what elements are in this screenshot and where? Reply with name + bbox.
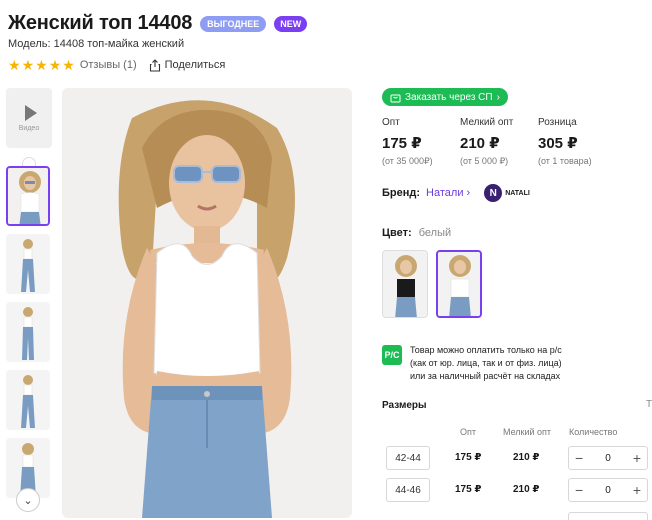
brand-link[interactable]: Натали › xyxy=(426,187,470,199)
thumbnail-photo xyxy=(6,234,50,294)
quantity-stepper: − 0 + xyxy=(568,478,648,502)
order-via-sp-button[interactable]: Заказать через СП › xyxy=(382,88,508,106)
share-button[interactable]: Поделиться xyxy=(149,58,226,72)
star-icon: ★ xyxy=(48,57,62,73)
plus-icon[interactable]: + xyxy=(633,482,641,498)
swatch-photo xyxy=(438,252,480,316)
product-model: Модель: 14408 топ-майка женский xyxy=(8,38,185,50)
star-icon: ★ xyxy=(21,57,35,73)
column-header-quantity: Количество xyxy=(569,427,618,437)
thumbnail-column: Видео ⌄ xyxy=(6,88,52,512)
price-value: 210 ₽ xyxy=(460,135,500,152)
color-swatch-white[interactable] xyxy=(436,250,482,318)
thumbnail-photo xyxy=(6,302,50,362)
video-label: Видео xyxy=(18,124,40,132)
bag-icon xyxy=(390,94,401,102)
brand-logo-icon: N xyxy=(484,184,503,202)
color-swatch-black[interactable] xyxy=(382,250,428,318)
small-wholesale-price: 210 ₽ xyxy=(513,484,540,495)
price-note: (от 35 000₽) xyxy=(382,156,433,166)
rating-row: ★ ★ ★ ★ ★ Отзывы (1) Поделиться xyxy=(8,58,225,72)
size-chip[interactable]: 42-44 xyxy=(386,446,430,470)
price-note: (от 1 товара) xyxy=(538,156,592,166)
model-photo xyxy=(62,88,352,518)
title-row: Женский топ 14408 ВЫГОДНЕЕ NEW xyxy=(8,12,308,35)
price-tier-wholesale: Опт 175 ₽ (от 35 000₽) xyxy=(382,117,460,167)
order-via-sp-label: Заказать через СП xyxy=(405,91,493,103)
wholesale-price: 175 ₽ xyxy=(455,484,482,495)
thumbnail-2[interactable] xyxy=(6,234,50,294)
quantity-value[interactable]: 0 xyxy=(605,485,611,496)
chevron-down-icon: ⌄ xyxy=(23,494,33,507)
share-label: Поделиться xyxy=(164,59,226,71)
payment-note: P/C Товар можно оплатить только на р/с (… xyxy=(382,344,562,383)
quantity-value[interactable]: 0 xyxy=(605,453,611,464)
bank-account-icon: P/C xyxy=(382,345,402,365)
price-tiers: Опт 175 ₽ (от 35 000₽) Мелкий опт 210 ₽ … xyxy=(382,117,616,167)
brand-row: Бренд: Натали › N NATALI xyxy=(382,184,530,202)
thumbnail-photo xyxy=(6,370,50,430)
price-tier-retail: Розница 305 ₽ (от 1 товара) xyxy=(538,117,616,167)
color-label: Цвет: xyxy=(382,227,412,239)
wholesale-price: 175 ₽ xyxy=(455,452,482,463)
price-value: 305 ₽ xyxy=(538,135,578,152)
main-product-photo[interactable] xyxy=(62,88,352,518)
minus-icon[interactable]: − xyxy=(575,450,583,466)
quantity-stepper[interactable] xyxy=(568,512,648,520)
play-icon xyxy=(24,104,37,121)
price-label: Мелкий опт xyxy=(460,117,514,128)
column-header-small-wholesale: Мелкий опт xyxy=(503,427,552,437)
scroll-down-button[interactable]: ⌄ xyxy=(16,488,40,512)
plus-icon[interactable]: + xyxy=(633,450,641,466)
thumbnail-1[interactable] xyxy=(6,166,50,226)
chevron-right-icon: › xyxy=(496,91,500,103)
star-icon: ★ xyxy=(8,57,21,73)
reviews-link[interactable]: Отзывы (1) xyxy=(80,59,137,71)
rating-stars: ★ ★ ★ ★ ★ xyxy=(8,58,75,72)
share-icon xyxy=(149,58,160,72)
size-chip[interactable]: 44-46 xyxy=(386,478,430,502)
minus-icon[interactable]: − xyxy=(575,482,583,498)
product-title: Женский топ 14408 xyxy=(8,12,193,34)
thumbnail-3[interactable] xyxy=(6,302,50,362)
video-thumbnail[interactable]: Видео xyxy=(6,88,52,148)
brand-logo-text: NATALI xyxy=(505,189,530,197)
size-row: 44-46 175 ₽ 210 ₽ − 0 + xyxy=(382,478,652,504)
price-value: 175 ₽ xyxy=(382,135,422,152)
color-row: Цвет: белый xyxy=(382,227,451,239)
brand-label: Бренд: xyxy=(382,187,421,199)
price-label: Розница xyxy=(538,117,577,128)
thumbnail-4[interactable] xyxy=(6,370,50,430)
price-tier-small-wholesale: Мелкий опт 210 ₽ (от 5 000 ₽) xyxy=(460,117,538,167)
profit-badge: ВЫГОДНЕЕ xyxy=(200,15,267,32)
sizes-title: Размеры xyxy=(382,400,427,411)
new-badge: NEW xyxy=(274,15,308,32)
quantity-stepper: − 0 + xyxy=(568,446,648,470)
small-wholesale-price: 210 ₽ xyxy=(513,452,540,463)
thumbnail-photo xyxy=(8,168,48,224)
size-row: 42-44 175 ₽ 210 ₽ − 0 + xyxy=(382,446,652,472)
star-icon: ★ xyxy=(62,57,75,73)
brand-logo[interactable]: N NATALI xyxy=(484,184,530,202)
star-icon: ★ xyxy=(35,57,48,73)
size-table-link[interactable]: Т xyxy=(646,399,652,410)
column-header-wholesale: Опт xyxy=(460,427,476,437)
payment-note-text: Товар можно оплатить только на р/с (как … xyxy=(410,345,562,381)
price-label: Опт xyxy=(382,117,400,128)
price-note: (от 5 000 ₽) xyxy=(460,156,509,166)
color-value: белый xyxy=(418,227,452,239)
swatch-photo xyxy=(383,251,427,317)
